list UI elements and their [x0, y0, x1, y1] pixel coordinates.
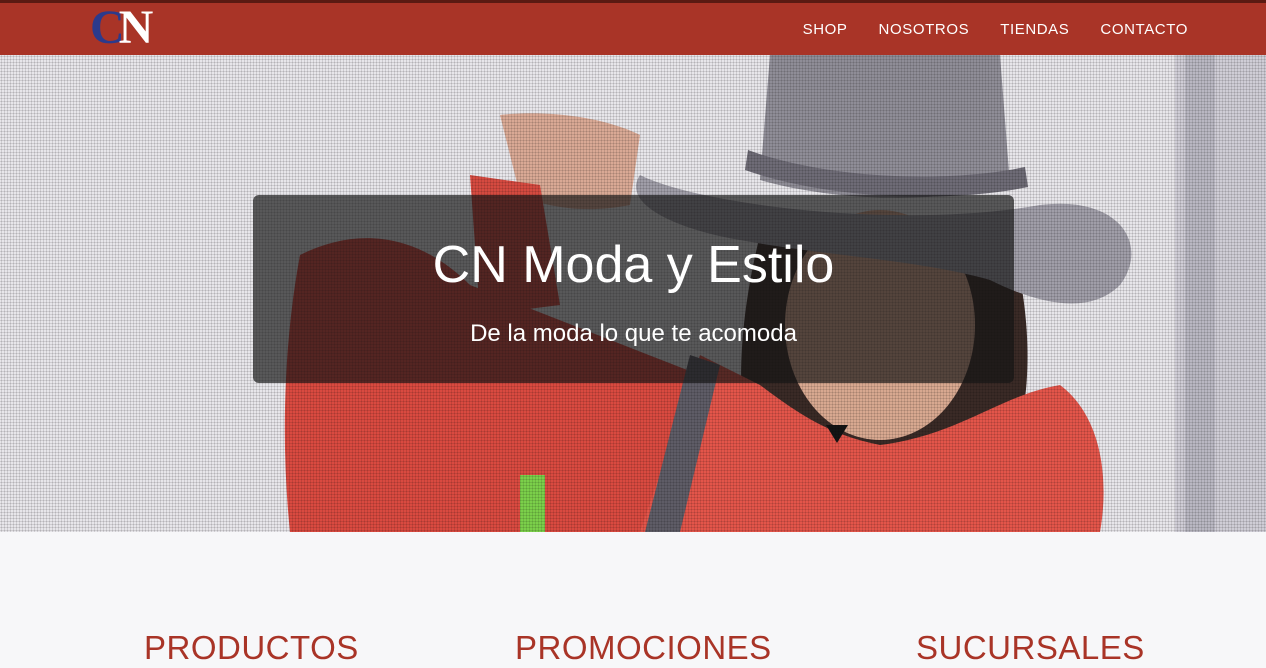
section-title-productos[interactable]: PRODUCTOS — [144, 628, 359, 668]
main-nav: SHOP NOSOTROS TIENDAS CONTACTO — [803, 3, 1188, 55]
section-title-sucursales[interactable]: SUCURSALES — [916, 628, 1145, 668]
nav-link-shop[interactable]: SHOP — [803, 21, 848, 38]
hero-title: CN Moda y Estilo — [432, 236, 835, 294]
hero-banner: CN Moda y Estilo De la moda lo que te ac… — [0, 55, 1266, 532]
section-title-promociones[interactable]: PROMOCIONES — [515, 628, 772, 668]
hero-subtitle: De la moda lo que te acomoda — [470, 320, 797, 347]
features-section: PRODUCTOS PROMOCIONES SUCURSALES — [0, 532, 1266, 668]
logo-letter-c: C — [90, 1, 125, 54]
nav-link-nosotros[interactable]: NOSOTROS — [879, 21, 970, 38]
nav-link-contacto[interactable]: CONTACTO — [1100, 21, 1188, 38]
nav-link-tiendas[interactable]: TIENDAS — [1000, 21, 1069, 38]
hero-caption: CN Moda y Estilo De la moda lo que te ac… — [253, 195, 1014, 383]
navbar: CN SHOP NOSOTROS TIENDAS CONTACTO — [0, 3, 1266, 55]
logo-letter-n: N — [118, 1, 154, 54]
brand-logo[interactable]: CN — [90, 4, 153, 52]
